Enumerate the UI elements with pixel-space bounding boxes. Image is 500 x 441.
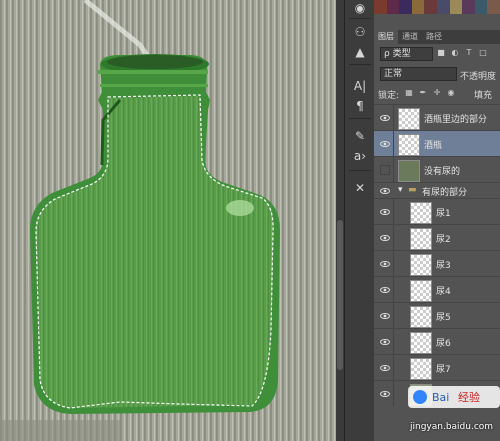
folder-icon: ▬ [408,185,417,195]
tab-paths[interactable]: 路径 [422,30,446,44]
fill-label: 填充 [474,91,493,101]
paragraph-styles-icon[interactable]: a› [351,148,369,164]
layer-name[interactable]: 尿5 [436,310,451,323]
eye-icon[interactable] [380,259,390,269]
layer-name[interactable]: 酒瓶 [424,138,442,151]
layers-panel: 图层 通道 路径 ρ 类型 ■ ◐ T □ 正常 不透明度 锁定: ▦ ✒ ✛ … [374,0,500,441]
bottle-image [0,0,336,441]
eye-icon[interactable] [380,285,390,295]
eye-icon[interactable] [380,311,390,321]
panel-tabs: 图层 通道 路径 [374,30,500,44]
layer-thumbnail [398,108,420,130]
character-styles-icon[interactable]: ✎ [351,128,369,144]
layer-thumbnail [410,280,432,302]
layer-filter-dropdown[interactable]: ρ 类型 [380,47,433,61]
tab-channels[interactable]: 通道 [398,30,422,44]
character-icon[interactable]: A| [351,78,369,94]
layer-row[interactable]: 酒瓶里边的部分 [374,104,500,131]
layer-row[interactable]: 尿3 [374,250,500,277]
lock-all-icon[interactable]: ◉ [446,88,456,98]
baidu-watermark-logo: Bai 经验 [408,386,500,408]
paragraph-icon[interactable]: ¶ [351,98,369,114]
layer-thumbnail [410,228,432,250]
eye-icon[interactable] [380,389,390,399]
hidden-eye-icon[interactable] [380,165,390,175]
eye-icon[interactable] [380,337,390,347]
lock-transparent-icon[interactable]: ▦ [404,88,414,98]
eye-icon[interactable] [380,207,390,217]
document-canvas[interactable] [0,0,336,441]
eye-icon[interactable] [380,186,390,196]
lock-position-icon[interactable]: ✛ [432,88,442,98]
brush-preset-icon[interactable]: ⚇ [351,24,369,40]
eye-icon[interactable] [380,113,390,123]
canvas-scrollbar[interactable] [336,0,344,441]
layer-row[interactable]: 尿2 [374,224,500,251]
history-icon[interactable]: ◉ [351,0,369,16]
layer-row[interactable]: 没有尿的 [374,156,500,183]
eye-icon[interactable] [380,139,390,149]
layer-name[interactable]: 尿4 [436,284,451,297]
filter-adjust-icon[interactable]: ◐ [450,48,460,58]
group-name[interactable]: 有尿的部分 [422,185,467,198]
opacity-label: 不透明度 [460,72,497,82]
tool-presets-icon[interactable]: ✕ [351,180,369,196]
layer-name[interactable]: 尿2 [436,232,451,245]
lock-image-icon[interactable]: ✒ [418,88,428,98]
clone-source-icon[interactable]: ▲ [351,44,369,60]
layer-row[interactable]: 尿6 [374,328,500,355]
layer-thumbnail [410,202,432,224]
svg-text:Bai: Bai [432,391,449,404]
filter-shape-icon[interactable]: □ [478,48,488,58]
layer-thumbnail [398,160,420,182]
scrollbar-thumb[interactable] [337,220,343,370]
panel-toolstrip: ◉ ⚇ ▲ A| ¶ ✎ a› ✕ [344,0,375,441]
layer-row[interactable]: 尿1 [374,198,500,225]
layer-row[interactable]: 酒瓶 [374,130,500,157]
layer-name[interactable]: 尿7 [436,362,451,375]
layer-row[interactable]: 尿7 [374,354,500,381]
watermark-url: jingyan.baidu.com [410,422,494,432]
eye-icon[interactable] [380,233,390,243]
layer-name[interactable]: 尿6 [436,336,451,349]
layer-row[interactable]: 尿4 [374,276,500,303]
tab-layers[interactable]: 图层 [374,30,398,44]
swatch-strip[interactable] [374,0,500,14]
layer-thumbnail [410,332,432,354]
blend-mode-dropdown[interactable]: 正常 [380,67,457,81]
layer-thumbnail [410,358,432,380]
layer-name[interactable]: 尿3 [436,258,451,271]
filter-type-icon[interactable]: T [464,48,474,58]
layer-thumbnail [410,254,432,276]
layer-row[interactable]: 尿5 [374,302,500,329]
layer-name[interactable]: 尿1 [436,206,451,219]
layer-thumbnail [398,134,420,156]
layer-group-row[interactable]: ▾ ▬ 有尿的部分 [374,182,500,199]
layer-thumbnail [410,306,432,328]
layer-name[interactable]: 没有尿的 [424,164,460,177]
svg-text:经验: 经验 [458,390,480,404]
filter-pixel-icon[interactable]: ■ [436,48,446,58]
layer-name[interactable]: 酒瓶里边的部分 [424,112,487,125]
eye-icon[interactable] [380,363,390,373]
chevron-down-icon[interactable]: ▾ [398,185,403,195]
